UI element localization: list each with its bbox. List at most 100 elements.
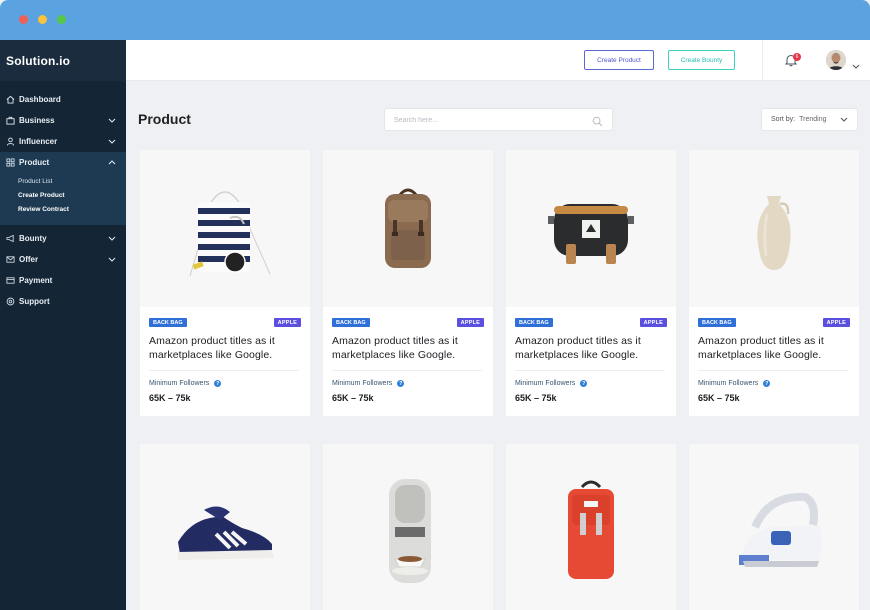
sidebar: Solution.io Dashboard Business Influence… xyxy=(0,40,126,610)
followers-range: 65K – 75k xyxy=(149,393,191,403)
chevron-down-icon xyxy=(108,255,116,264)
card-icon xyxy=(5,276,15,286)
product-card[interactable]: BACK BAG APPLE Amazon product titles as … xyxy=(689,150,859,416)
followers-range: 65K – 75k xyxy=(332,393,374,403)
min-followers-label: Minimum Followers? xyxy=(698,380,771,387)
sidebar-item-label: Business xyxy=(19,116,55,125)
help-icon[interactable]: ? xyxy=(214,380,222,387)
brand-badge: APPLE xyxy=(456,318,484,327)
support-icon xyxy=(5,297,15,307)
divider xyxy=(149,370,299,371)
divider xyxy=(698,370,848,371)
submenu-create-product[interactable]: Create Product xyxy=(18,189,126,203)
sidebar-item-label: Offer xyxy=(19,255,39,264)
min-followers-text: Minimum Followers xyxy=(149,380,210,387)
sidebar-item-payment[interactable]: Payment xyxy=(0,270,126,291)
envelope-icon xyxy=(5,255,15,265)
sidebar-nav: Dashboard Business Influencer Product Pr… xyxy=(0,81,126,312)
red-backpack-image xyxy=(506,444,676,610)
topbar: Create Product Create Bounty 6 xyxy=(126,40,870,81)
vase-image xyxy=(689,150,859,307)
page-title: Product xyxy=(138,111,191,127)
product-card[interactable] xyxy=(323,444,493,610)
min-followers-text: Minimum Followers xyxy=(698,380,759,387)
category-badge: BACK BAG xyxy=(149,318,187,327)
sidebar-item-label: Payment xyxy=(19,276,53,285)
waist-bag-image xyxy=(506,150,676,307)
product-title[interactable]: Amazon product titles as it marketplaces… xyxy=(149,334,303,362)
chevron-down-icon xyxy=(840,117,848,124)
sort-dropdown[interactable]: Sort by: Trending xyxy=(761,108,858,131)
product-title[interactable]: Amazon product titles as it marketplaces… xyxy=(332,334,486,362)
sort-value: Trending xyxy=(799,116,827,123)
sidebar-item-product[interactable]: Product xyxy=(0,152,126,173)
product-title[interactable]: Amazon product titles as it marketplaces… xyxy=(698,334,852,362)
brand-badge: APPLE xyxy=(273,318,301,327)
category-badge: BACK BAG xyxy=(698,318,736,327)
product-card[interactable] xyxy=(140,444,310,610)
followers-range: 65K – 75k xyxy=(515,393,557,403)
product-submenu: Product List Create Product Review Contr… xyxy=(0,173,126,225)
help-icon[interactable]: ? xyxy=(397,380,405,387)
min-followers-label: Minimum Followers? xyxy=(332,380,405,387)
sidebar-item-dashboard[interactable]: Dashboard xyxy=(0,89,126,110)
product-card[interactable]: BACK BAG APPLE Amazon product titles as … xyxy=(140,150,310,416)
create-bounty-button[interactable]: Create Bounty xyxy=(668,50,735,70)
min-followers-label: Minimum Followers? xyxy=(515,380,588,387)
drawstring-bag-image xyxy=(140,150,310,307)
maximize-window-button[interactable] xyxy=(57,15,66,24)
product-card[interactable] xyxy=(689,444,859,610)
window-titlebar xyxy=(0,0,870,40)
search-input[interactable] xyxy=(394,110,584,131)
min-followers-text: Minimum Followers xyxy=(515,380,576,387)
search-box xyxy=(384,108,613,131)
category-badge: BACK BAG xyxy=(332,318,370,327)
coffee-machine-image xyxy=(323,444,493,610)
megaphone-icon xyxy=(5,234,15,244)
briefcase-icon xyxy=(5,116,15,126)
chevron-down-icon xyxy=(108,116,116,125)
product-title[interactable]: Amazon product titles as it marketplaces… xyxy=(515,334,669,362)
submenu-product-list[interactable]: Product List xyxy=(18,175,126,189)
user-icon xyxy=(5,137,15,147)
product-card[interactable]: BACK BAG APPLE Amazon product titles as … xyxy=(506,150,676,416)
notification-badge: 6 xyxy=(793,53,801,61)
home-icon xyxy=(5,95,15,105)
sidebar-item-label: Product xyxy=(19,158,50,167)
product-card[interactable] xyxy=(506,444,676,610)
divider xyxy=(332,370,482,371)
min-followers-label: Minimum Followers? xyxy=(149,380,222,387)
sidebar-item-influencer[interactable]: Influencer xyxy=(0,131,126,152)
close-window-button[interactable] xyxy=(19,15,28,24)
sidebar-item-offer[interactable]: Offer xyxy=(0,249,126,270)
sidebar-item-label: Influencer xyxy=(19,137,58,146)
help-icon[interactable]: ? xyxy=(580,380,588,387)
chevron-down-icon[interactable] xyxy=(852,56,860,74)
brand-logo[interactable]: Solution.io xyxy=(0,40,126,81)
sidebar-item-support[interactable]: Support xyxy=(0,291,126,312)
brand-badge: APPLE xyxy=(822,318,850,327)
product-card[interactable]: BACK BAG APPLE Amazon product titles as … xyxy=(323,150,493,416)
minimize-window-button[interactable] xyxy=(38,15,47,24)
category-badge: BACK BAG xyxy=(515,318,553,327)
sidebar-item-bounty[interactable]: Bounty xyxy=(0,228,126,249)
create-product-button[interactable]: Create Product xyxy=(584,50,654,70)
submenu-review-contract[interactable]: Review Contract xyxy=(18,203,126,217)
search-icon[interactable] xyxy=(592,114,603,132)
brand-badge: APPLE xyxy=(639,318,667,327)
followers-range: 65K – 75k xyxy=(698,393,740,403)
sort-label: Sort by: xyxy=(771,116,796,123)
divider xyxy=(515,370,665,371)
grid-icon xyxy=(5,158,15,168)
sidebar-item-label: Dashboard xyxy=(19,95,61,104)
min-followers-text: Minimum Followers xyxy=(332,380,393,387)
sidebar-item-label: Support xyxy=(19,297,50,306)
sidebar-item-business[interactable]: Business xyxy=(0,110,126,131)
help-icon[interactable]: ? xyxy=(763,380,771,387)
sidebar-item-label: Bounty xyxy=(19,234,47,243)
divider xyxy=(762,40,763,81)
avatar[interactable] xyxy=(826,50,846,70)
chevron-down-icon xyxy=(108,137,116,146)
chevron-up-icon xyxy=(108,158,116,167)
steam-iron-image xyxy=(689,444,859,610)
